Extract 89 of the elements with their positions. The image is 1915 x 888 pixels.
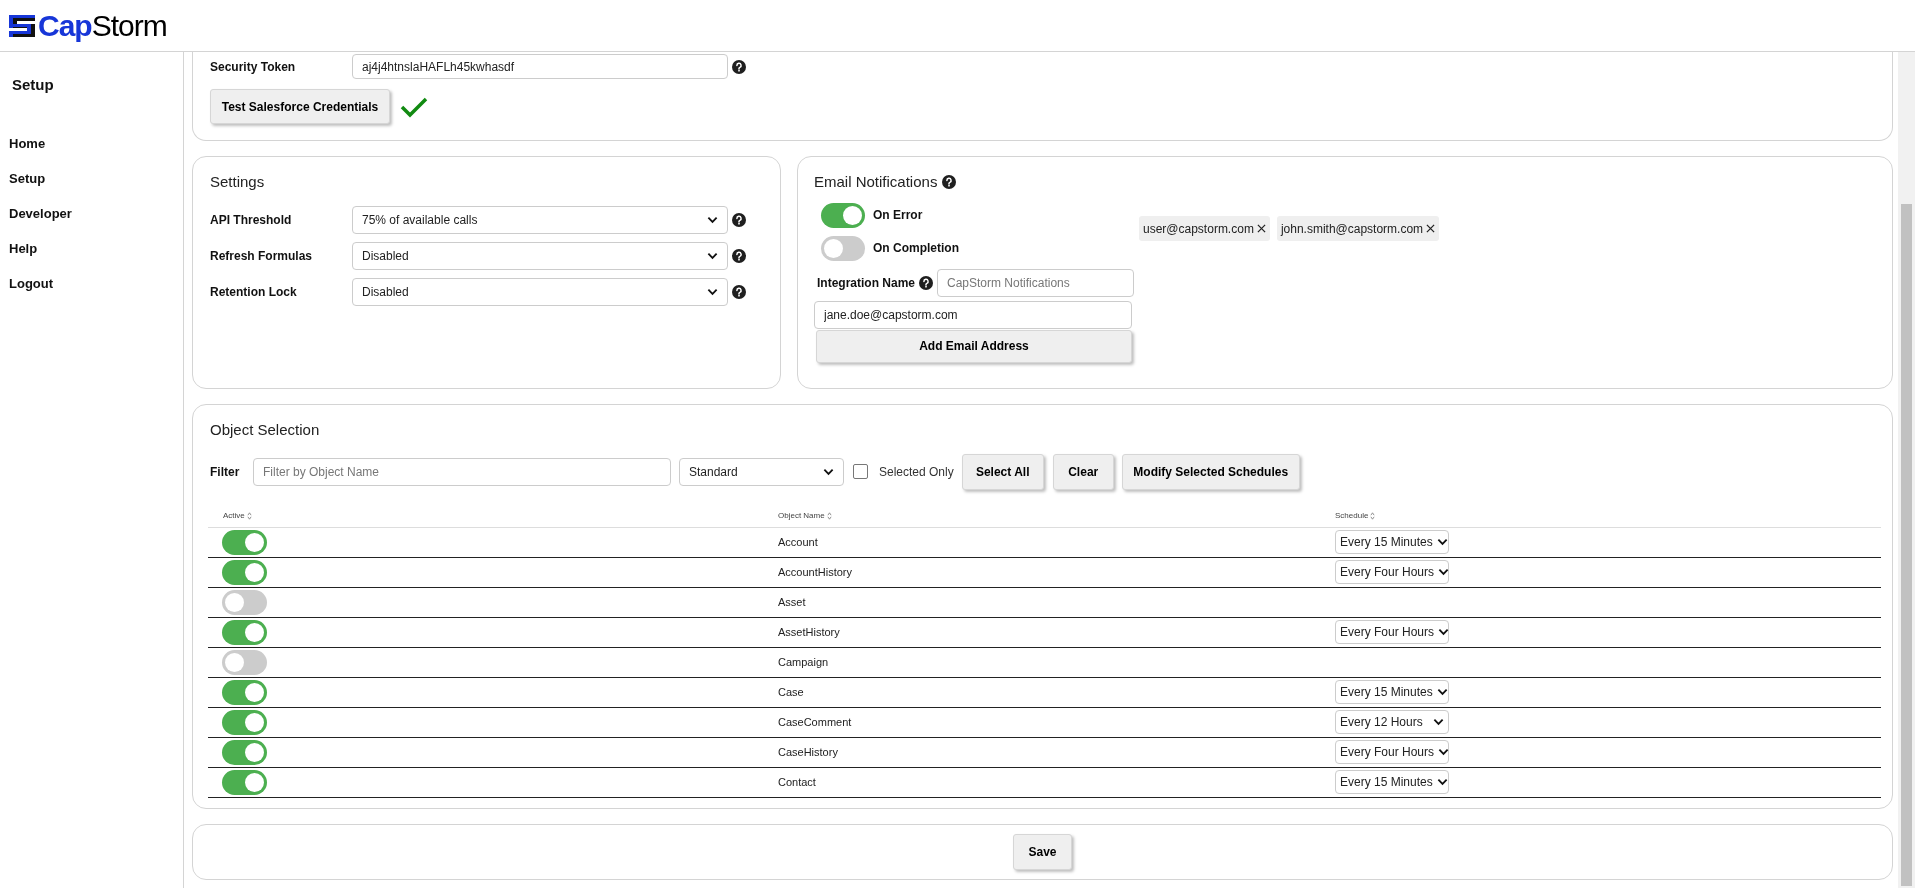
card-title: Email Notifications — [814, 172, 938, 192]
column-header[interactable]: Object Name — [778, 509, 1335, 522]
integration-name-field[interactable]: CapStorm Notifications — [937, 268, 1134, 297]
chevron-down-icon — [707, 251, 718, 260]
chevron-down-icon — [1438, 748, 1450, 756]
card-title: Object Selection — [209, 420, 321, 440]
help-icon[interactable] — [942, 175, 957, 190]
chevron-down-icon — [823, 467, 834, 476]
sort-icon[interactable] — [826, 511, 832, 520]
toggle-switch[interactable] — [222, 589, 267, 615]
table-cell-text: CaseHistory — [778, 744, 839, 760]
card-title: Settings — [210, 172, 266, 192]
select-all-button[interactable]: Select All — [961, 453, 1044, 490]
toggle-switch[interactable] — [222, 619, 267, 645]
select-field[interactable]: Standard — [679, 457, 844, 486]
table-cell-text: AssetHistory — [778, 624, 841, 640]
toggle-switch[interactable] — [222, 709, 267, 735]
toggle-switch[interactable] — [222, 739, 267, 765]
schedule-select[interactable]: Every 15 Minutes — [1335, 770, 1449, 794]
close-icon[interactable] — [1426, 224, 1436, 233]
table-cell-text: Case — [778, 684, 805, 700]
table-cell-text: Asset — [778, 594, 807, 610]
toggle-switch[interactable] — [222, 769, 267, 795]
chevron-down-icon — [1436, 688, 1448, 696]
chevron-down-icon — [1433, 718, 1444, 726]
chevron-down-icon — [1438, 628, 1450, 636]
select-field[interactable]: 75% of available calls — [352, 205, 728, 234]
email-chip: user@capstorm.com — [1139, 216, 1270, 241]
save-button[interactable]: Save — [1013, 834, 1072, 870]
schedule-select[interactable]: Every 15 Minutes — [1335, 530, 1449, 554]
toggle-switch[interactable] — [821, 202, 865, 228]
toggle-switch[interactable] — [821, 235, 865, 261]
schedule-select[interactable]: Every 15 Minutes — [1335, 680, 1449, 704]
field-label: Retention Lock — [210, 283, 298, 301]
chevron-down-icon — [1436, 538, 1448, 546]
modify-schedules-button[interactable]: Modify Selected Schedules — [1121, 453, 1300, 490]
column-header[interactable]: Active — [208, 509, 778, 522]
checkbox-label: Selected Only — [879, 463, 954, 481]
schedule-select[interactable]: Every Four Hours — [1335, 740, 1449, 764]
sidebar-title: Setup — [12, 75, 55, 95]
clear-button[interactable]: Clear — [1052, 453, 1114, 490]
logo-text: CapStorm — [38, 10, 167, 41]
chevron-down-icon — [707, 287, 718, 296]
toggle-label: On Error — [873, 207, 923, 224]
sidebar-item[interactable]: Logout — [9, 274, 54, 293]
field-label: Refresh Formulas — [210, 247, 314, 265]
checkbox[interactable] — [853, 464, 868, 479]
help-icon[interactable] — [732, 284, 746, 299]
column-header[interactable]: Schedule — [1335, 509, 1881, 522]
table-cell-text: Campaign — [778, 654, 830, 670]
sidebar-item[interactable]: Home — [9, 134, 46, 153]
help-icon[interactable] — [732, 212, 746, 227]
sort-icon[interactable] — [1370, 511, 1376, 520]
logo-icon — [9, 14, 35, 37]
chevron-down-icon — [707, 215, 718, 224]
field-label: Filter — [210, 463, 241, 481]
sort-icon[interactable] — [246, 511, 252, 520]
close-icon[interactable] — [1256, 224, 1266, 233]
toggle-switch[interactable] — [222, 529, 267, 555]
field-label: Integration Name — [817, 274, 915, 292]
table-cell-text: Contact — [778, 774, 817, 790]
select-field[interactable]: Disabled — [352, 277, 728, 306]
email-field[interactable]: jane.doe@capstorm.com — [814, 300, 1132, 329]
email-chip: john.smith@capstorm.com — [1276, 216, 1440, 241]
table-cell-text: AccountHistory — [778, 564, 853, 580]
sidebar-item[interactable]: Setup — [9, 169, 46, 188]
filter-field[interactable]: Filter by Object Name — [253, 457, 671, 486]
sidebar-item[interactable]: Developer — [9, 204, 72, 223]
schedule-select[interactable]: Every Four Hours — [1335, 620, 1449, 644]
chevron-down-icon — [1438, 568, 1450, 576]
table-cell-text: CaseComment — [778, 714, 853, 730]
add-email-button[interactable]: Add Email Address — [816, 329, 1132, 363]
table-cell-text: Account — [778, 534, 819, 550]
help-icon[interactable] — [732, 248, 746, 263]
test-credentials-button[interactable]: Test Salesforce Credentials — [210, 89, 390, 124]
help-icon[interactable] — [919, 275, 933, 290]
chevron-down-icon — [1436, 778, 1448, 786]
schedule-select[interactable]: Every Four Hours — [1335, 560, 1449, 584]
sidebar-item[interactable]: Help — [9, 239, 38, 258]
field-label: Security Token — [210, 58, 297, 76]
select-field[interactable]: Disabled — [352, 241, 728, 270]
toggle-switch[interactable] — [222, 649, 267, 675]
toggle-switch[interactable] — [222, 679, 267, 705]
field-label: API Threshold — [210, 211, 293, 229]
help-icon[interactable] — [732, 59, 746, 74]
toggle-label: On Completion — [873, 240, 959, 257]
security-token-field[interactable]: aj4j4htnslaHAFLh45kwhasdf — [352, 54, 728, 79]
schedule-select[interactable]: Every 12 Hours — [1335, 710, 1449, 734]
toggle-switch[interactable] — [222, 559, 267, 585]
